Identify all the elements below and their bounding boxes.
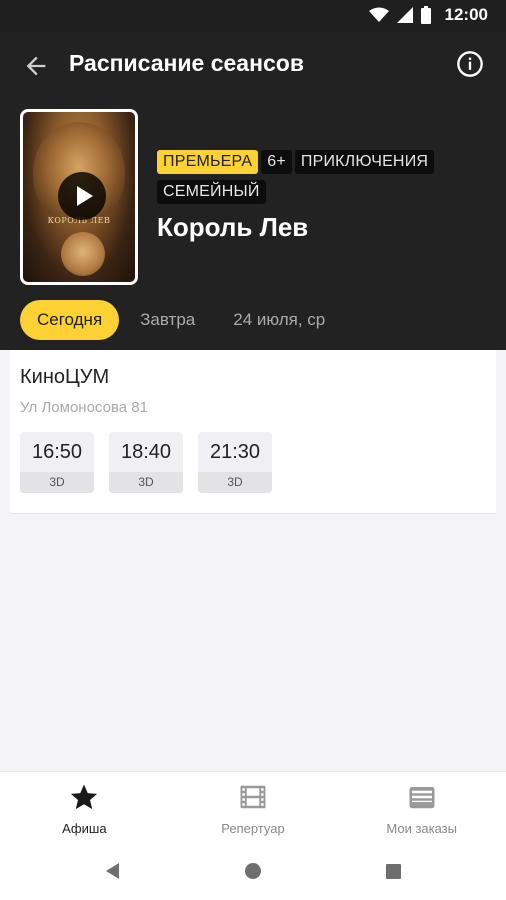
- nav-back-icon[interactable]: [103, 861, 123, 881]
- wifi-icon: [368, 7, 389, 22]
- session-time: 16:50: [31, 441, 83, 463]
- tag-age-rating: 6+: [261, 150, 292, 174]
- session-button[interactable]: 16:50 3D: [20, 432, 94, 493]
- film-icon: [240, 785, 266, 809]
- wallet-icon: [409, 787, 435, 809]
- movie-tags: ПРЕМЬЕРА 6+ ПРИКЛЮЧЕНИЯ СЕМЕЙНЫЙ: [157, 150, 477, 210]
- session-time: 21:30: [209, 441, 261, 463]
- tab-afisha[interactable]: Афиша: [0, 772, 169, 843]
- movie-title: Король Лев: [157, 212, 309, 242]
- signal-icon: [396, 7, 413, 23]
- session-button[interactable]: 21:30 3D: [198, 432, 272, 493]
- tab-label: Афиша: [62, 821, 107, 836]
- day-today[interactable]: Сегодня: [20, 300, 120, 340]
- nav-home-icon[interactable]: [243, 861, 263, 881]
- cinema-address: Ул Ломоносова 81: [20, 399, 148, 416]
- tab-label: Мои заказы: [386, 821, 457, 836]
- tab-label: Репертуар: [221, 821, 285, 836]
- cinema-card: КиноЦУМ Ул Ломоносова 81 16:50 3D 18:40 …: [10, 350, 496, 514]
- session-format: 3D: [198, 472, 272, 493]
- back-arrow-icon[interactable]: [22, 52, 50, 80]
- day-selector: Сегодня Завтра 24 июля, ср: [20, 300, 346, 340]
- session-button[interactable]: 18:40 3D: [109, 432, 183, 493]
- tag-genre-family: СЕМЕЙНЫЙ: [157, 180, 266, 204]
- tag-premiere: ПРЕМЬЕРА: [157, 150, 259, 174]
- system-navigation-bar: [0, 843, 506, 900]
- star-icon: [71, 784, 98, 810]
- battery-icon: [420, 6, 431, 24]
- session-format: 3D: [20, 472, 94, 493]
- day-date[interactable]: 24 июля, ср: [216, 300, 342, 340]
- poster-cub: [61, 232, 105, 276]
- header: Расписание сеансов КОРОЛЬ ЛЕВ ПРЕМЬЕРА 6+…: [0, 32, 506, 350]
- tag-genre-adventure: ПРИКЛЮЧЕНИЯ: [294, 150, 435, 174]
- tab-my-orders[interactable]: Мои заказы: [337, 772, 506, 843]
- status-bar: 12:00: [0, 0, 506, 32]
- movie-poster[interactable]: КОРОЛЬ ЛЕВ: [20, 109, 138, 285]
- cinema-name: КиноЦУМ: [20, 366, 110, 388]
- play-trailer-icon[interactable]: [58, 172, 106, 220]
- schedule-list: КиноЦУМ Ул Ломоносова 81 16:50 3D 18:40 …: [0, 350, 506, 770]
- nav-recents-icon[interactable]: [383, 861, 403, 881]
- bottom-tab-bar: Афиша Репертуар Мои заказы: [0, 771, 506, 843]
- day-tomorrow[interactable]: Завтра: [123, 300, 212, 340]
- info-icon[interactable]: [456, 50, 484, 78]
- session-list: 16:50 3D 18:40 3D 21:30 3D: [20, 432, 476, 493]
- session-format: 3D: [109, 472, 183, 493]
- clock: 12:00: [444, 5, 488, 24]
- session-time: 18:40: [120, 441, 172, 463]
- tab-repertoire[interactable]: Репертуар: [169, 772, 338, 843]
- page-title: Расписание сеансов: [69, 50, 304, 76]
